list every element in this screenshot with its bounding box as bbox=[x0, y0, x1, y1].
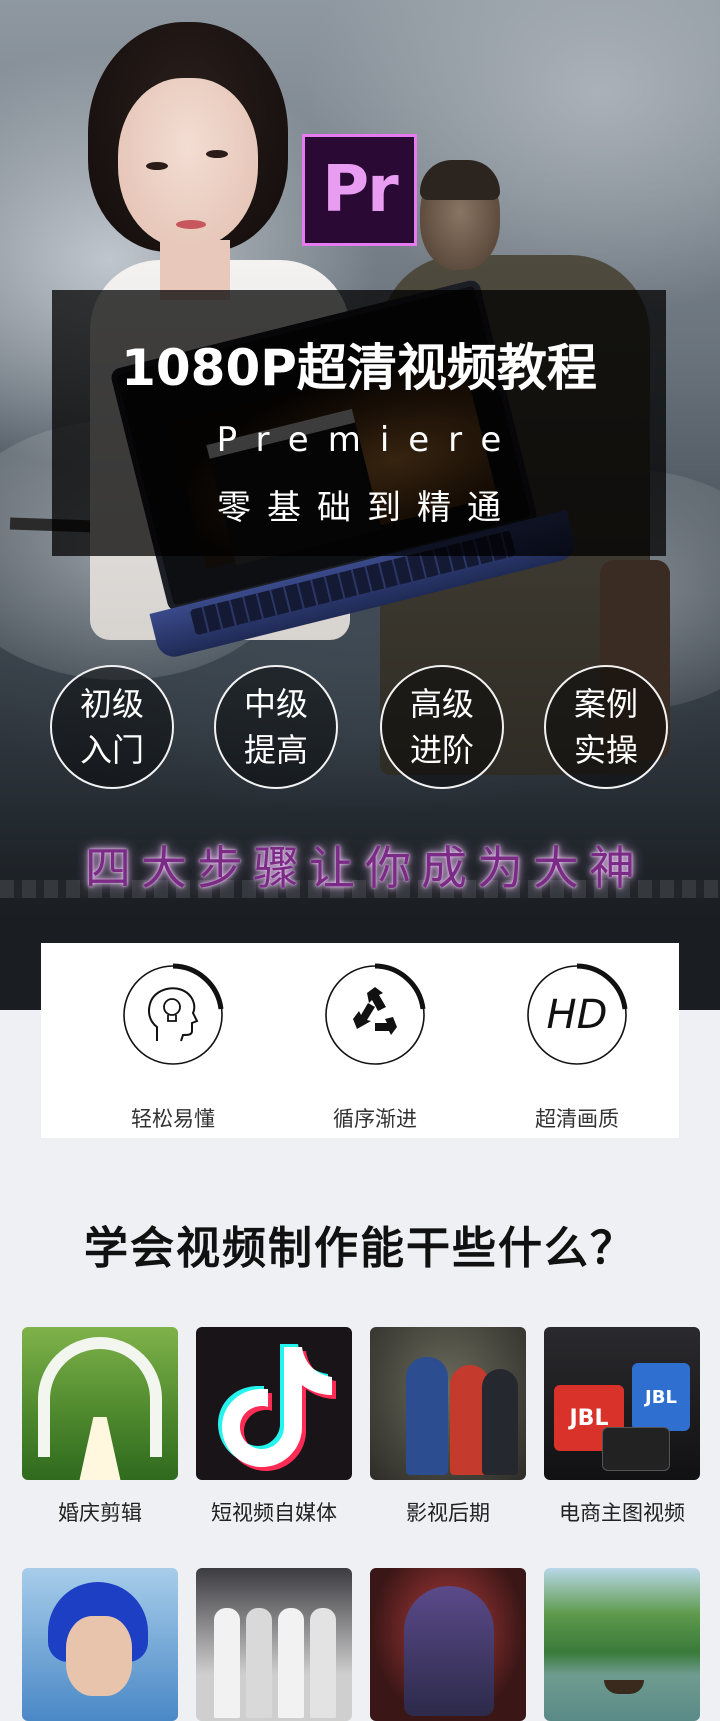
level-advanced: 高级 进阶 bbox=[380, 665, 504, 789]
premiere-logo: Pr bbox=[302, 134, 417, 246]
use-short-video[interactable]: 短视频自媒体 bbox=[196, 1327, 352, 1525]
level-intermediate: 中级 提高 bbox=[214, 665, 338, 789]
wedding-thumbnail bbox=[22, 1327, 178, 1480]
actor-figure bbox=[406, 1357, 448, 1475]
speaker-black bbox=[602, 1427, 670, 1471]
hero-subtitle-cn: 零基础到精通 bbox=[217, 488, 517, 528]
use-ecommerce[interactable]: JBL JBL 电商主图视频 bbox=[544, 1327, 700, 1525]
level-line1: 案例 bbox=[573, 685, 638, 723]
hero-slogan: 四大步骤让你成为大神 bbox=[85, 841, 645, 895]
use-label: 影视后期 bbox=[406, 1501, 490, 1525]
use-thumb-8[interactable] bbox=[544, 1568, 700, 1721]
level-beginner: 初级 入门 bbox=[50, 665, 174, 789]
features-card: 轻松易懂 循序渐进 HD 超清画质 bbox=[41, 943, 679, 1138]
feature-progressive: 循序渐进 bbox=[299, 963, 449, 1131]
head-lightbulb-icon bbox=[123, 963, 224, 1065]
boat bbox=[604, 1680, 644, 1694]
speaker-blue: JBL bbox=[632, 1363, 690, 1431]
hero-subtitle-en: Premiere bbox=[216, 420, 521, 460]
actor-figure bbox=[482, 1369, 518, 1475]
dance-thumbnail bbox=[196, 1568, 352, 1721]
dancer-figure bbox=[310, 1608, 336, 1718]
feature-label: 超清画质 bbox=[535, 1107, 619, 1131]
feature-label: 轻松易懂 bbox=[131, 1107, 215, 1131]
use-thumb-7[interactable] bbox=[370, 1568, 526, 1721]
use-label: 婚庆剪辑 bbox=[58, 1501, 142, 1525]
soldier-hair bbox=[420, 160, 500, 200]
game-thumbnail bbox=[370, 1568, 526, 1721]
portrait-thumbnail bbox=[22, 1568, 178, 1721]
use-wedding[interactable]: 婚庆剪辑 bbox=[22, 1327, 178, 1525]
level-steps: 初级 入门 中级 提高 高级 进阶 案例 实操 bbox=[50, 665, 670, 791]
woman-eye-left bbox=[146, 162, 168, 170]
use-label: 电商主图视频 bbox=[559, 1501, 685, 1525]
woman-eye-right bbox=[206, 150, 228, 158]
use-film-post[interactable]: 影视后期 bbox=[370, 1327, 526, 1525]
use-thumb-5[interactable] bbox=[22, 1568, 178, 1721]
feature-easy: 轻松易懂 bbox=[97, 963, 247, 1131]
recycle-icon bbox=[325, 963, 426, 1065]
level-line2: 实操 bbox=[573, 731, 638, 769]
hero-title: 1080P超清视频教程 bbox=[121, 339, 597, 397]
use-thumb-6[interactable] bbox=[196, 1568, 352, 1721]
feature-label: 循序渐进 bbox=[333, 1107, 417, 1131]
title-banner: 1080P超清视频教程 Premiere 零基础到精通 bbox=[52, 290, 666, 556]
hd-icon: HD bbox=[546, 992, 608, 1038]
dancer-figure bbox=[278, 1608, 304, 1718]
feature-hd: HD 超清画质 bbox=[501, 963, 651, 1131]
level-line1: 初级 bbox=[79, 685, 144, 723]
level-line1: 高级 bbox=[409, 685, 474, 723]
portrait-face bbox=[66, 1616, 132, 1696]
dancer-figure bbox=[246, 1608, 272, 1718]
level-line1: 中级 bbox=[243, 685, 308, 723]
jbl-thumbnail: JBL JBL bbox=[544, 1327, 700, 1480]
tiktok-thumbnail bbox=[196, 1327, 352, 1480]
game-character bbox=[404, 1586, 494, 1716]
section-question: 学会视频制作能干些什么？ bbox=[84, 1223, 636, 1274]
river-thumbnail bbox=[544, 1568, 700, 1721]
level-line2: 提高 bbox=[243, 731, 308, 769]
level-practice: 案例 实操 bbox=[544, 665, 668, 789]
hero-banner: Pr 1080P超清视频教程 Premiere 零基础到精通 初级 入门 中级 … bbox=[0, 0, 720, 1010]
level-line2: 入门 bbox=[79, 731, 144, 769]
film-thumbnail bbox=[370, 1327, 526, 1480]
use-label: 短视频自媒体 bbox=[211, 1501, 337, 1525]
tiktok-icon bbox=[218, 1344, 336, 1471]
dancer-figure bbox=[214, 1608, 240, 1718]
level-line2: 进阶 bbox=[409, 731, 474, 769]
woman-lips bbox=[176, 220, 206, 229]
